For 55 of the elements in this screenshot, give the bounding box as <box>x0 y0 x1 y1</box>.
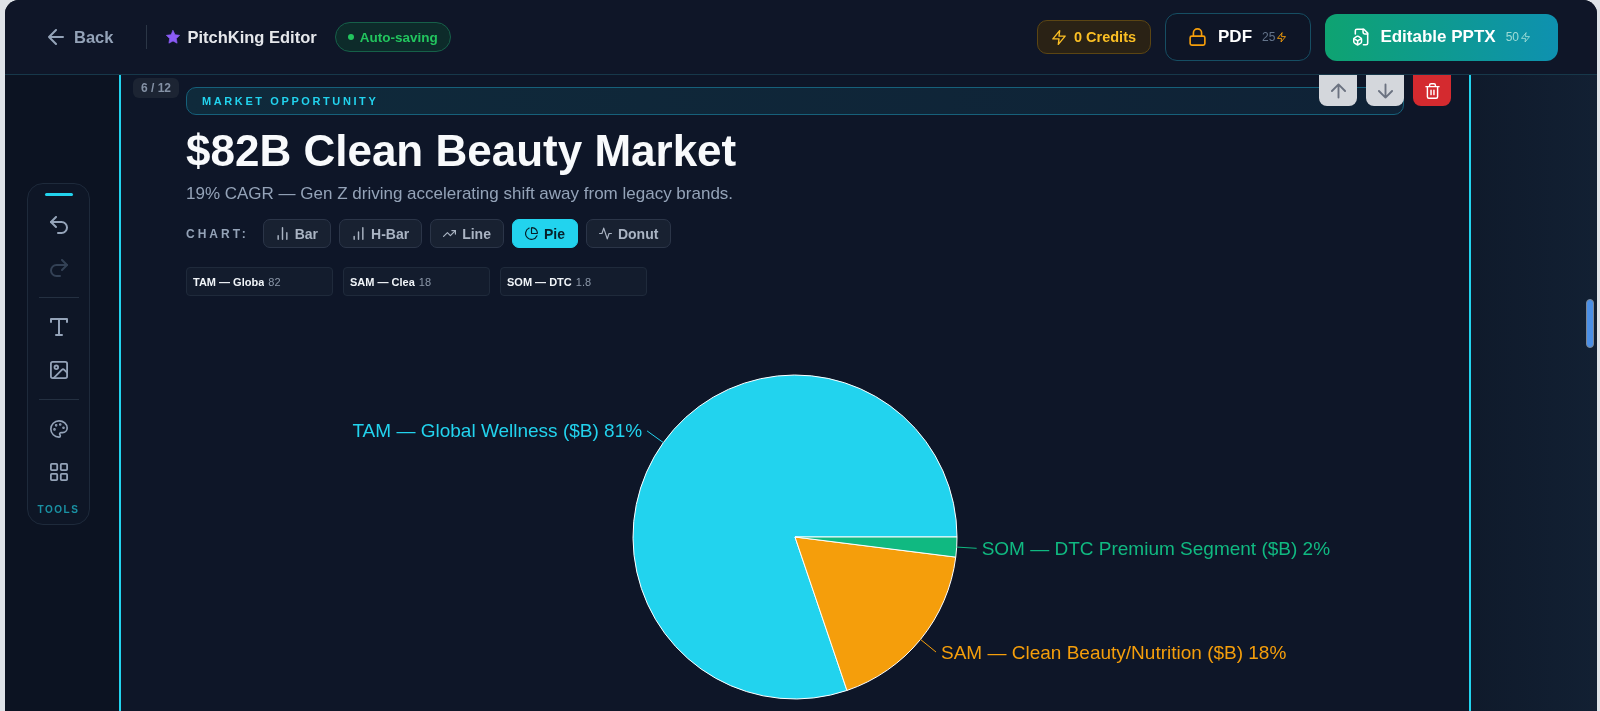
chart-type-button[interactable]: Donut <box>585 219 672 248</box>
export-button[interactable]: PDF 25 <box>1165 13 1312 61</box>
section-label: MARKET OPPORTUNITY <box>186 87 1404 115</box>
slide-title: $82B Clean Beauty Market <box>186 126 738 176</box>
text-tool-icon[interactable] <box>49 318 68 336</box>
drag-handle[interactable] <box>44 193 73 196</box>
image-icon[interactable] <box>49 361 68 379</box>
lightning-icon <box>1521 31 1530 43</box>
file-box-icon <box>1353 28 1371 46</box>
undo-icon[interactable] <box>49 216 68 234</box>
palette-icon[interactable] <box>49 420 68 438</box>
label-input[interactable]: SOM — DTC <box>507 275 572 288</box>
lightning-icon <box>1277 31 1287 43</box>
trend-line-icon <box>443 227 457 240</box>
credits-button[interactable]: 0 Credits <box>1036 20 1152 54</box>
scrollbar-thumb[interactable] <box>1586 299 1594 348</box>
lock-icon <box>1189 28 1207 46</box>
arrow-down-icon <box>1377 82 1393 99</box>
bar-chart-icon <box>352 227 366 240</box>
chart-type-button[interactable]: H-Bar <box>339 219 423 248</box>
slice-label: TAM — Global Wellness ($B) 81% <box>352 420 643 442</box>
chart-type-button[interactable]: Pie <box>511 219 578 248</box>
chart-label: CHART: <box>186 226 249 241</box>
leader-line <box>956 546 978 549</box>
leader-line <box>920 638 937 653</box>
trash-icon <box>1424 82 1440 99</box>
status-dot-icon <box>347 34 354 40</box>
delete-button[interactable] <box>1413 75 1451 106</box>
pie-chart-icon <box>524 227 538 240</box>
arrow-up-icon <box>1330 82 1346 99</box>
move-up-button[interactable] <box>1319 75 1357 106</box>
arrow-left-icon <box>48 29 64 45</box>
star-icon <box>166 30 181 44</box>
chart-type-button[interactable]: Bar <box>262 219 332 248</box>
export-button[interactable]: Editable PPTX 50 <box>1325 13 1558 61</box>
label-input[interactable]: TAM — Globa <box>193 275 265 288</box>
pulse-icon <box>598 227 612 240</box>
slice-label: SAM — Clean Beauty/Nutrition ($B) 18% <box>941 641 1287 663</box>
slide-counter: 6 / 12 <box>133 78 180 98</box>
bar-chart-icon <box>275 227 289 240</box>
tools-label: TOOLS <box>37 504 80 515</box>
leader-line <box>646 430 664 444</box>
value-input[interactable]: 82 <box>268 275 281 288</box>
slice-label: SOM — DTC Premium Segment ($B) 2% <box>981 537 1331 559</box>
slide-subtitle: 19% CAGR — Gen Z driving accelerating shift away from legacy brands. <box>186 184 735 204</box>
back-button[interactable]: Back <box>48 27 114 47</box>
lightning-icon <box>1051 29 1066 45</box>
label-input[interactable]: SAM — Clea <box>350 275 415 288</box>
value-input[interactable]: 18 <box>418 275 432 288</box>
move-down-button[interactable] <box>1366 75 1404 106</box>
status-text: Auto-saving <box>359 29 438 45</box>
chart-type-button[interactable]: Line <box>430 219 504 248</box>
app-title: PitchKing Editor <box>187 27 317 47</box>
value-input[interactable]: 1.8 <box>575 275 592 288</box>
grid-icon[interactable] <box>49 463 68 481</box>
